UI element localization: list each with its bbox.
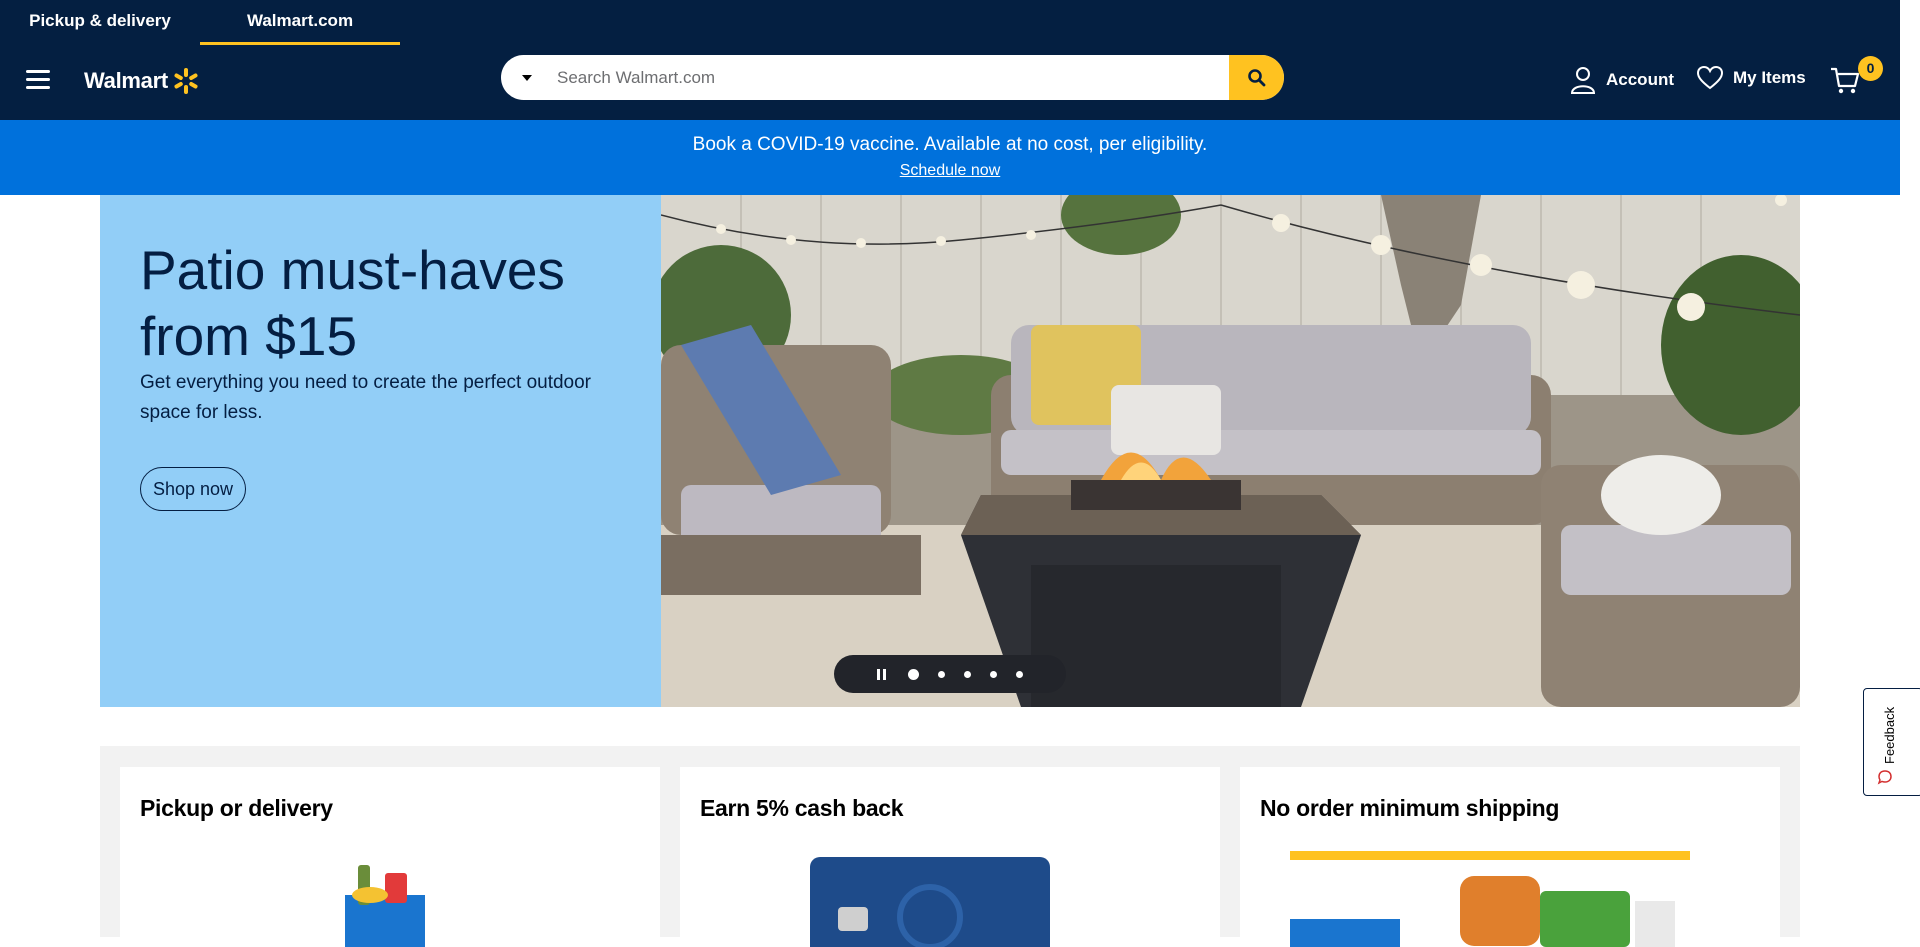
- shop-now-button[interactable]: Shop now: [140, 467, 247, 511]
- tab-walmart-com[interactable]: Walmart.com: [200, 0, 400, 45]
- promo-section: Pickup or delivery Earn 5% cash back No …: [100, 746, 1800, 947]
- promo-card-shipping[interactable]: No order minimum shipping: [1240, 767, 1780, 947]
- caret-down-icon: [522, 74, 532, 81]
- account-link[interactable]: Account: [1570, 66, 1674, 94]
- cart-count-badge: 0: [1858, 56, 1883, 81]
- promo-card-cashback[interactable]: Earn 5% cash back: [680, 767, 1220, 947]
- spark-icon: [174, 68, 198, 94]
- carousel-controls: [834, 655, 1066, 693]
- tab-pickup-delivery[interactable]: Pickup & delivery: [0, 0, 200, 45]
- feedback-label: Feedback: [1882, 706, 1897, 764]
- pause-icon[interactable]: [877, 668, 889, 680]
- header-tabs: Pickup & delivery Walmart.com: [0, 0, 400, 45]
- carousel-dot-4[interactable]: [990, 670, 997, 678]
- banner-text: Book a COVID-19 vaccine. Available at no…: [692, 134, 1208, 155]
- account-label: Account: [1606, 70, 1674, 89]
- hero-text-panel: Patio must-haves from $15 Get everything…: [100, 195, 661, 707]
- search-input[interactable]: [553, 55, 1229, 100]
- promo-title: Pickup or delivery: [140, 795, 333, 821]
- search-icon: [1247, 68, 1265, 86]
- carousel-dot-3[interactable]: [964, 670, 971, 678]
- site-header: Pickup & delivery Walmart.com Walmart Se…: [0, 0, 1900, 120]
- department-dropdown[interactable]: [501, 55, 553, 100]
- hero-subtitle: Get everything you need to create the pe…: [140, 372, 592, 423]
- grocery-bag-image: [345, 865, 425, 947]
- schedule-now-link[interactable]: Schedule now: [900, 162, 1001, 180]
- menu-icon[interactable]: [26, 70, 50, 94]
- promo-title: Earn 5% cash back: [700, 795, 904, 821]
- promo-title: No order minimum shipping: [1260, 795, 1560, 821]
- search-button[interactable]: [1229, 55, 1284, 100]
- hero-title: Patio must-haves from $15: [140, 239, 565, 367]
- hero-carousel: Patio must-haves from $15 Get everything…: [100, 195, 1800, 707]
- covid-banner: Book a COVID-19 vaccine. Available at no…: [0, 120, 1900, 195]
- products-image: [1290, 851, 1690, 947]
- my-items-label: My Items: [1733, 68, 1806, 87]
- my-items-link[interactable]: My Items: [1697, 66, 1806, 90]
- credit-card-image: [810, 857, 1050, 947]
- user-icon: [1570, 67, 1596, 94]
- carousel-dot-5[interactable]: [1016, 670, 1023, 678]
- promo-card-pickup[interactable]: Pickup or delivery: [120, 767, 660, 947]
- chat-bubble-icon: [1877, 770, 1892, 785]
- walmart-logo[interactable]: Walmart: [84, 67, 200, 95]
- cart-icon: [1831, 67, 1860, 94]
- logo-text: Walmart: [84, 68, 168, 93]
- feedback-button[interactable]: Feedback: [1863, 688, 1920, 796]
- hero-image[interactable]: [661, 195, 1800, 707]
- cart-button[interactable]: [1830, 67, 1860, 100]
- patio-scene-image: [661, 195, 1800, 707]
- heart-icon: [1697, 66, 1723, 90]
- search-bar: [501, 55, 1284, 100]
- carousel-dot-2[interactable]: [938, 670, 945, 678]
- carousel-dot-1[interactable]: [908, 668, 919, 680]
